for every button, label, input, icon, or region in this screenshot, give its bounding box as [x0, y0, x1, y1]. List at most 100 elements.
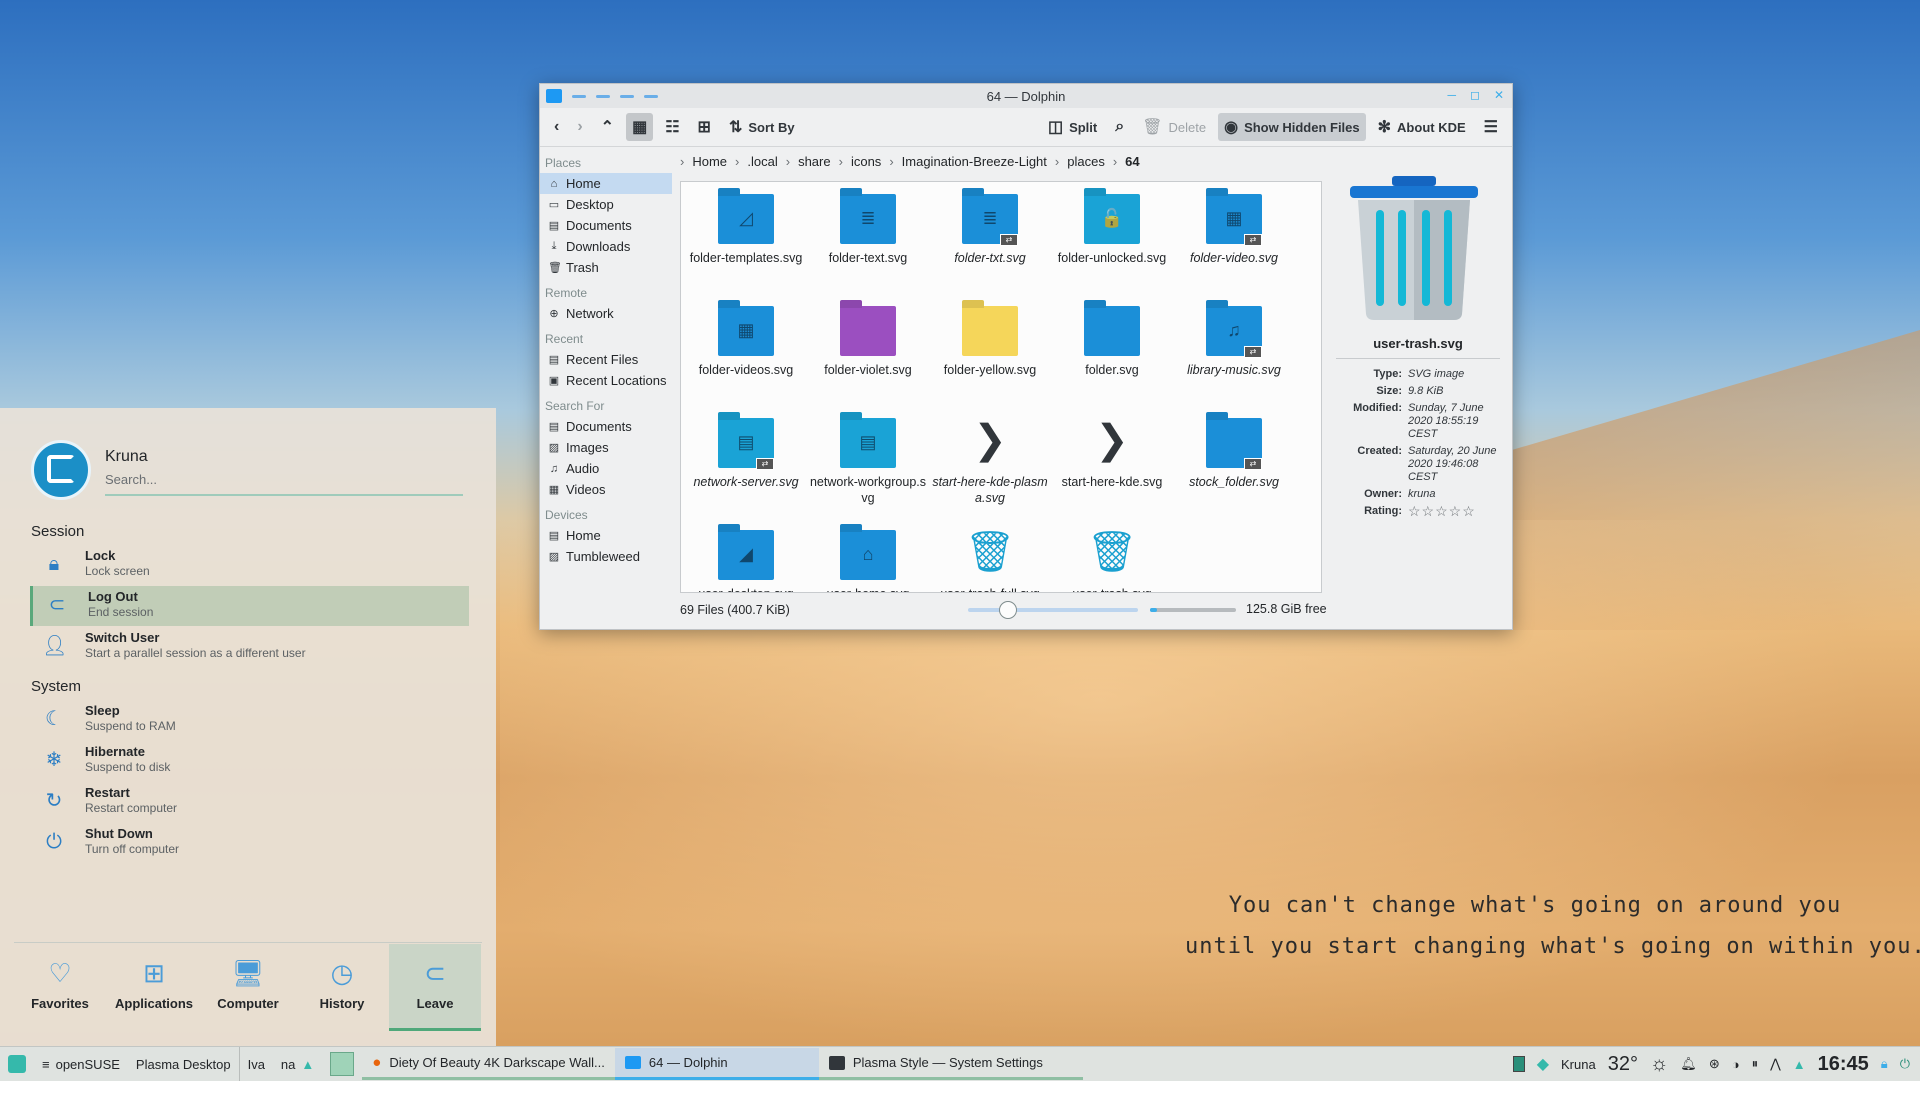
- sidebar-item-recent-files[interactable]: ▤ Recent Files: [540, 349, 672, 370]
- sidebar-item-device-tumbleweed[interactable]: ▨ Tumbleweed: [540, 546, 672, 567]
- file-item[interactable]: ≣ ⇄ folder-txt.svg: [929, 182, 1051, 294]
- file-item[interactable]: folder.svg: [1051, 294, 1173, 406]
- sidebar-item-home[interactable]: ⌂ Home: [540, 173, 672, 194]
- battery-icon[interactable]: [1512, 1056, 1525, 1072]
- plasma-desktop-menu[interactable]: Plasma Desktop: [128, 1047, 239, 1081]
- breadcrumb-item[interactable]: share: [798, 154, 831, 169]
- file-item[interactable]: ≣ folder-text.svg: [807, 182, 929, 294]
- file-item[interactable]: ▦ folder-videos.svg: [685, 294, 807, 406]
- tab-history[interactable]: ◷ History: [296, 944, 388, 1028]
- breadcrumb-item[interactable]: Imagination-Breeze-Light: [902, 154, 1047, 169]
- file-item[interactable]: ▤ network-workgroup.svg: [807, 406, 929, 518]
- file-item[interactable]: ❯ start-here-kde-plasma.svg: [929, 406, 1051, 518]
- sidebar-item-search-images[interactable]: ▨ Images: [540, 437, 672, 458]
- launcher-button[interactable]: [0, 1047, 34, 1081]
- breadcrumb-current[interactable]: 64: [1125, 154, 1139, 169]
- keyboard-layout-1[interactable]: Iva: [238, 1047, 273, 1081]
- file-item[interactable]: ◿ folder-templates.svg: [685, 182, 807, 294]
- task-dolphin[interactable]: 64 — Dolphin: [614, 1048, 819, 1080]
- sidebar-item-device-home[interactable]: ▤ Home: [540, 525, 672, 546]
- desktop-pager[interactable]: [322, 1047, 362, 1081]
- hamburger-menu-button[interactable]: ☰: [1478, 113, 1504, 141]
- sleep-item[interactable]: ☾ Sleep Suspend to RAM: [30, 700, 466, 740]
- file-item[interactable]: 🗑 user-trash.svg: [1051, 518, 1173, 592]
- trash-icon: 🗑: [1142, 119, 1163, 136]
- sidebar-item-recent-locations[interactable]: ▣ Recent Locations: [540, 370, 672, 391]
- file-item[interactable]: folder-violet.svg: [807, 294, 929, 406]
- power-icon[interactable]: ⏻: [1900, 1056, 1910, 1072]
- file-item[interactable]: ⇄ stock_folder.svg: [1173, 406, 1295, 518]
- weather-icon[interactable]: ☼: [1650, 1053, 1668, 1076]
- window-titlebar[interactable]: 64 — Dolphin ─ ◻ ✕: [540, 84, 1512, 108]
- file-item[interactable]: ❯ start-here-kde.svg: [1051, 406, 1173, 518]
- sidebar-item-trash[interactable]: 🗑 Trash: [540, 257, 672, 278]
- breadcrumb-item[interactable]: .local: [747, 154, 777, 169]
- audio-icon[interactable]: ◑: [1732, 1057, 1740, 1072]
- sort-by-button[interactable]: ⇅ Sort By: [723, 113, 801, 141]
- weather-temperature[interactable]: 32°: [1608, 1053, 1638, 1076]
- file-item[interactable]: folder-yellow.svg: [929, 294, 1051, 406]
- media-player-icon[interactable]: ⏸: [1752, 1056, 1759, 1072]
- breadcrumb-item[interactable]: icons: [851, 154, 881, 169]
- tray-user[interactable]: Kruna: [1561, 1057, 1596, 1072]
- file-item[interactable]: 🔓 folder-unlocked.svg: [1051, 182, 1173, 294]
- icons-view-button[interactable]: ▦: [626, 113, 654, 141]
- sidebar-item-downloads[interactable]: ⤓ Downloads: [540, 236, 672, 257]
- zoom-slider-handle[interactable]: [999, 601, 1018, 619]
- file-item[interactable]: ◢ user-desktop.svg: [685, 518, 807, 592]
- log-out-item[interactable]: ⊂ Log Out End session: [30, 586, 469, 626]
- opensuse-menu[interactable]: ≡ openSUSE: [34, 1047, 128, 1081]
- keyboard-layout-2[interactable]: na ▲: [273, 1047, 322, 1081]
- breadcrumb-item[interactable]: places: [1067, 154, 1105, 169]
- search-input[interactable]: Search...: [105, 472, 463, 496]
- hibernate-item[interactable]: ❄ Hibernate Suspend to disk: [30, 741, 466, 781]
- tab-computer[interactable]: 🖥︎ Computer: [202, 944, 294, 1028]
- forward-button[interactable]: ›: [571, 113, 588, 141]
- file-view[interactable]: ◿ folder-templates.svg ≣ folder-text.svg ≣ ⇄ f…: [680, 181, 1322, 593]
- show-hidden-files-button[interactable]: ◉ Show Hidden Files: [1218, 113, 1366, 141]
- updates-icon[interactable]: ⊛: [1709, 1056, 1720, 1072]
- task-wallpaper[interactable]: ● Diety Of Beauty 4K Darkscape Wall...: [362, 1048, 615, 1080]
- avatar[interactable]: [31, 440, 91, 500]
- maximize-icon[interactable]: ◻: [1470, 88, 1480, 102]
- sidebar-item-search-videos[interactable]: ▦ Videos: [540, 479, 672, 500]
- compact-view-button[interactable]: ☷: [659, 113, 685, 141]
- sidebar-item-search-audio[interactable]: ♫ Audio: [540, 458, 672, 479]
- zoom-slider[interactable]: [968, 601, 1138, 619]
- dolphin-window[interactable]: 64 — Dolphin ─ ◻ ✕ ‹ › ⌃ ▦ ☷ ⊞ ⇅ Sort By …: [539, 83, 1513, 630]
- file-item[interactable]: ♫ ⇄ library-music.svg: [1173, 294, 1295, 406]
- sidebar-item-search-documents[interactable]: ▤ Documents: [540, 416, 672, 437]
- lock-item[interactable]: 🔒︎ Lock Lock screen: [30, 545, 466, 585]
- clock[interactable]: 16:45: [1818, 1053, 1869, 1076]
- file-item[interactable]: ⌂ user-home.svg: [807, 518, 929, 592]
- search-button[interactable]: ⌕: [1109, 113, 1130, 141]
- tab-applications[interactable]: ⊞ Applications: [108, 944, 200, 1028]
- details-view-button[interactable]: ⊞: [692, 113, 717, 141]
- expand-tray-icon[interactable]: ▲: [1793, 1057, 1806, 1072]
- minimize-icon[interactable]: ─: [1447, 88, 1456, 102]
- lock-screen-icon[interactable]: 🔒︎: [1881, 1056, 1888, 1072]
- sidebar-item-network[interactable]: ⊕ Network: [540, 303, 672, 324]
- shut-down-item[interactable]: ⏻ Shut Down Turn off computer: [30, 823, 466, 863]
- tab-favorites[interactable]: ♡ Favorites: [14, 944, 106, 1028]
- sidebar-item-desktop[interactable]: ▭ Desktop: [540, 194, 672, 215]
- kde-connect-icon[interactable]: ◆: [1537, 1054, 1549, 1074]
- delete-button[interactable]: 🗑 Delete: [1136, 113, 1212, 141]
- split-button[interactable]: ◫ Split: [1042, 113, 1103, 141]
- rating-stars[interactable]: ☆☆☆☆☆: [1408, 504, 1500, 518]
- about-kde-button[interactable]: ✻ About KDE: [1372, 113, 1472, 141]
- network-icon[interactable]: ⋀: [1770, 1056, 1781, 1072]
- up-button[interactable]: ⌃: [595, 113, 620, 141]
- file-item[interactable]: ▦ ⇄ folder-video.svg: [1173, 182, 1295, 294]
- breadcrumb-item[interactable]: Home: [692, 154, 727, 169]
- back-button[interactable]: ‹: [548, 113, 565, 141]
- switch-user-item[interactable]: 👤︎ Switch User Start a parallel session …: [30, 627, 466, 667]
- restart-item[interactable]: ↻ Restart Restart computer: [30, 782, 466, 822]
- file-item[interactable]: 🗑 user-trash-full.svg: [929, 518, 1051, 592]
- tab-leave[interactable]: ⊂ Leave: [389, 944, 481, 1031]
- notifications-icon[interactable]: 🔔︎: [1680, 1056, 1697, 1072]
- task-system-settings[interactable]: Plasma Style — System Settings: [818, 1048, 1083, 1080]
- sidebar-item-documents[interactable]: ▤ Documents: [540, 215, 672, 236]
- file-item[interactable]: ▤ ⇄ network-server.svg: [685, 406, 807, 518]
- close-icon[interactable]: ✕: [1494, 88, 1504, 102]
